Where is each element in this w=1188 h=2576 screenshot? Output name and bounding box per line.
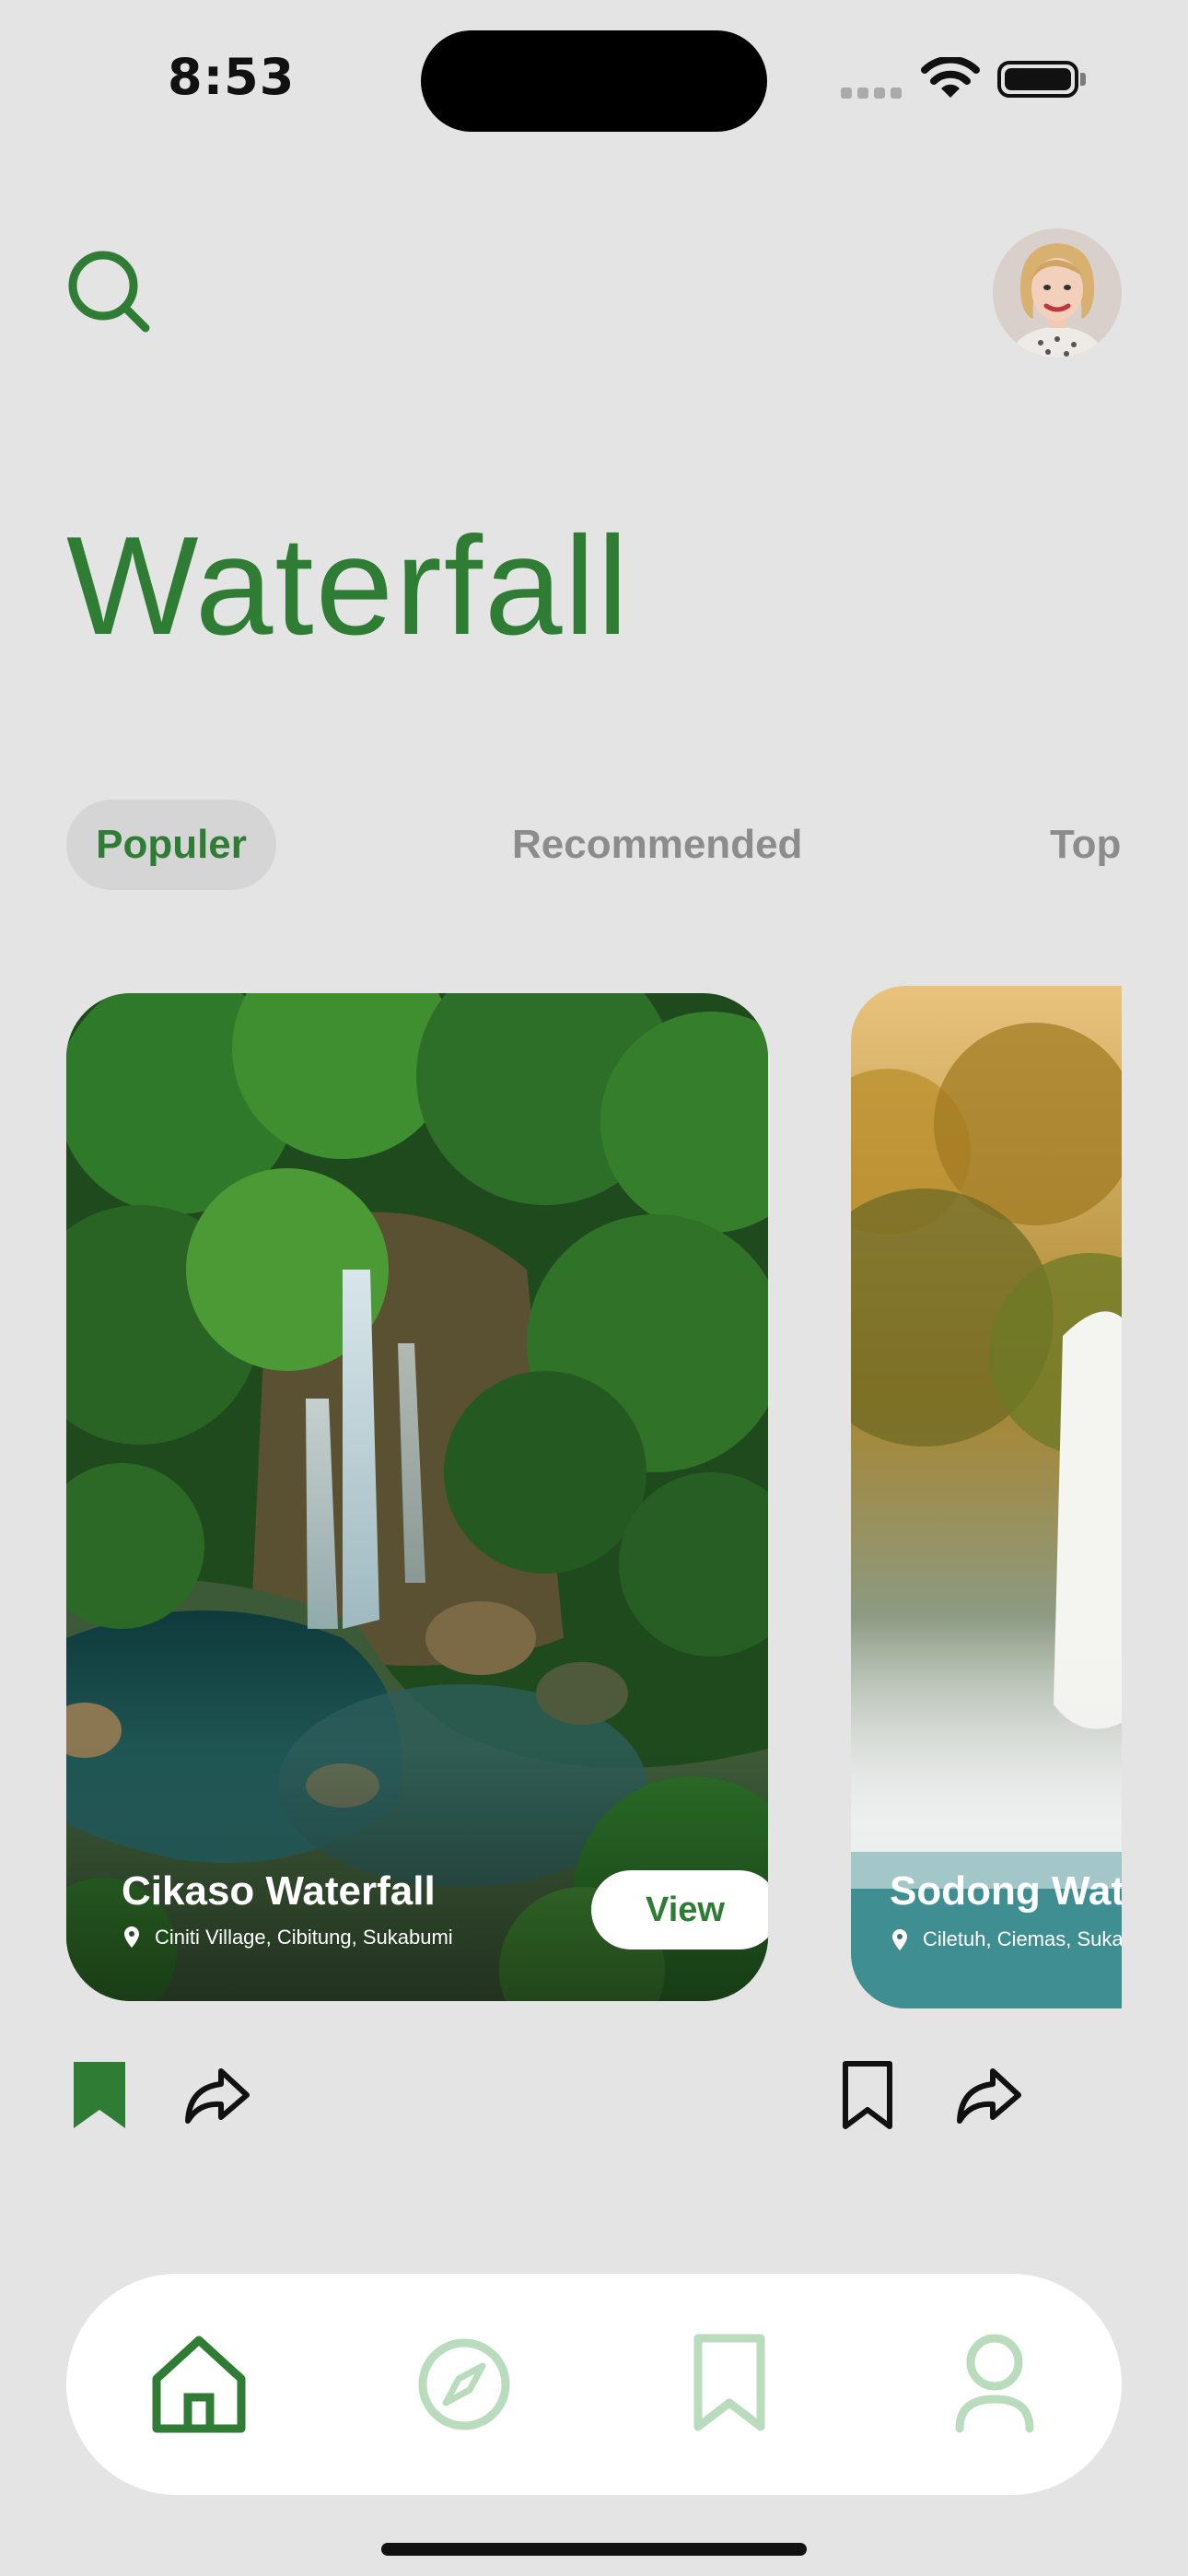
home-icon <box>152 2336 246 2433</box>
battery-cap <box>1080 73 1086 86</box>
nav-home[interactable] <box>147 2333 250 2436</box>
nav-profile[interactable] <box>943 2333 1046 2436</box>
bookmark-icon <box>843 2061 892 2129</box>
cellular-signal-icon <box>841 88 902 99</box>
home-indicator[interactable] <box>381 2543 807 2556</box>
bookmark-button[interactable] <box>63 2058 136 2132</box>
card-photo <box>66 993 768 2001</box>
nav-explore[interactable] <box>413 2333 516 2436</box>
card-location: Ciniti Village, Cibitung, Sukabumi <box>155 1926 453 1949</box>
wifi-icon <box>921 57 980 98</box>
bottom-nav <box>66 2274 1122 2495</box>
location-pin-icon <box>124 1926 139 1948</box>
destination-card[interactable]: Sodong Waterfall Ciletuh, Ciemas, Sukabu… <box>851 986 1122 2008</box>
battery-icon <box>997 61 1078 98</box>
card-photo <box>851 986 1122 2008</box>
page-title: Waterfall <box>66 508 631 664</box>
avatar-image <box>993 228 1122 357</box>
nav-saved[interactable] <box>678 2333 781 2436</box>
search-icon <box>68 251 150 333</box>
bookmark-filled-icon <box>74 2062 125 2128</box>
bookmark-icon <box>693 2334 765 2431</box>
card-title: Sodong Waterfall <box>890 1868 1122 1914</box>
compass-icon <box>418 2338 510 2430</box>
share-icon <box>185 2068 250 2124</box>
card-location: Ciletuh, Ciemas, Sukabumi <box>923 1927 1122 1950</box>
destination-card[interactable]: Cikaso Waterfall Ciniti Village, Cibitun… <box>66 993 768 2001</box>
share-button[interactable] <box>181 2058 254 2132</box>
search-button[interactable] <box>64 247 157 339</box>
share-icon <box>957 2068 1021 2124</box>
view-button[interactable]: View <box>591 1870 768 1950</box>
avatar[interactable] <box>993 228 1122 357</box>
profile-icon <box>955 2334 1034 2433</box>
card-title: Cikaso Waterfall <box>122 1868 436 1914</box>
share-button[interactable] <box>952 2058 1026 2132</box>
tab-top[interactable]: Top <box>1050 800 1121 890</box>
tab-recommended[interactable]: Recommended <box>512 800 802 890</box>
bookmark-button[interactable] <box>831 2058 904 2132</box>
location-pin-icon <box>892 1929 907 1950</box>
dynamic-island <box>421 30 767 132</box>
tab-populer[interactable]: Populer <box>66 800 276 890</box>
status-time: 8:53 <box>168 48 296 106</box>
